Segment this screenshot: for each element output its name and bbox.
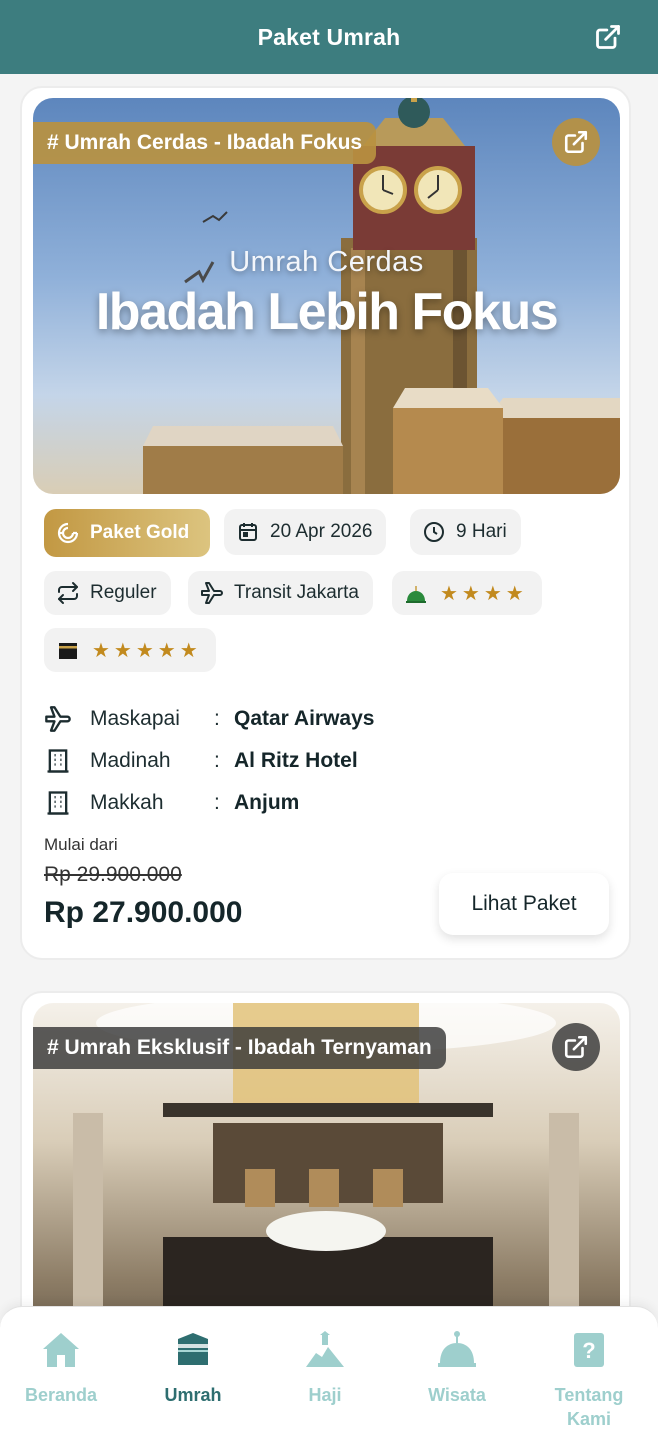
- makkah-label: Makkah: [90, 791, 164, 814]
- makkah-rating-chip: ★★★★★: [44, 628, 216, 672]
- package-card[interactable]: # Umrah Cerdas - Ibadah Fokus Umrah Cerd…: [20, 86, 631, 960]
- plane-icon: [201, 582, 223, 604]
- nav-label: Umrah: [164, 1385, 222, 1405]
- colon: :: [214, 707, 220, 730]
- type-label: Reguler: [90, 582, 157, 603]
- nav-item-beranda[interactable]: Beranda: [1, 1329, 121, 1407]
- nav-item-wisata[interactable]: Wisata: [397, 1329, 517, 1407]
- svg-text:?: ?: [582, 1338, 595, 1363]
- tier-badge: Paket Gold: [44, 509, 210, 557]
- help-book-icon: ?: [574, 1333, 604, 1367]
- page-title: Paket Umrah: [257, 23, 401, 50]
- colon: :: [214, 791, 220, 814]
- home-icon: [43, 1333, 79, 1367]
- mountain-icon: [306, 1331, 344, 1367]
- duration-value: 9 Hari: [456, 521, 507, 542]
- nav-label: Wisata: [428, 1385, 486, 1405]
- external-link-icon: [564, 1035, 588, 1059]
- nav-item-haji[interactable]: Haji: [265, 1329, 385, 1407]
- airline-row: Maskapai : Qatar Airways: [44, 704, 374, 734]
- tier-label: Paket Gold: [90, 522, 190, 543]
- type-chip: Reguler: [44, 571, 171, 615]
- building-icon: [47, 749, 69, 773]
- nav-label: Haji: [308, 1385, 342, 1405]
- banner-subtitle: Umrah Cerdas: [229, 246, 424, 278]
- package-tag: # Umrah Cerdas - Ibadah Fokus: [33, 122, 377, 164]
- colon: :: [214, 749, 220, 772]
- transit-chip: Transit Jakarta: [188, 571, 373, 615]
- badge-icon: [57, 522, 79, 544]
- green-dome-icon: [406, 586, 426, 603]
- nav-label: Beranda: [24, 1385, 98, 1405]
- date-chip: 20 Apr 2026: [224, 509, 387, 555]
- madinah-hotel-row: Madinah : Al Ritz Hotel: [44, 746, 358, 776]
- makkah-hotel-value: Anjum: [234, 791, 300, 814]
- package-tag: # Umrah Eksklusif - Ibadah Ternyaman: [33, 1027, 446, 1069]
- app-header: Paket Umrah: [0, 0, 658, 74]
- share-button[interactable]: [552, 1023, 600, 1071]
- nav-item-umrah[interactable]: Umrah: [133, 1329, 253, 1407]
- kaaba-icon: [178, 1333, 208, 1365]
- package-card[interactable]: # Umrah Eksklusif - Ibadah Ternyaman: [20, 991, 631, 1399]
- departure-date: 20 Apr 2026: [270, 521, 373, 542]
- mosque-dome-icon: [438, 1331, 476, 1367]
- airline-value: Qatar Airways: [234, 707, 375, 730]
- kaaba-icon: [59, 643, 77, 659]
- bottom-navigation: Beranda Umrah Haji Wisata ? Tentang Kami: [0, 1306, 658, 1440]
- clock-icon: [424, 522, 444, 542]
- share-button[interactable]: [552, 118, 600, 166]
- duration-chip: 9 Hari: [410, 509, 521, 555]
- repeat-icon: [58, 582, 78, 604]
- package-banner[interactable]: # Umrah Cerdas - Ibadah Fokus Umrah Cerd…: [33, 98, 620, 494]
- banner-headline: Ibadah Lebih Fokus: [95, 283, 559, 341]
- madinah-rating-chip: ★★★★: [392, 571, 542, 615]
- nav-label: Tentang Kami: [554, 1385, 624, 1429]
- building-icon: [47, 791, 69, 815]
- original-price: Rp 29.900.000: [44, 863, 182, 886]
- view-package-button[interactable]: Lihat Paket: [439, 873, 609, 935]
- madinah-stars: ★★★★: [440, 582, 528, 605]
- nav-item-tentang-kami[interactable]: ? Tentang Kami: [529, 1329, 649, 1431]
- package-list[interactable]: # Umrah Cerdas - Ibadah Fokus Umrah Cerd…: [0, 74, 658, 1440]
- external-link-icon: [564, 130, 588, 154]
- discounted-price: Rp 27.900.000: [44, 896, 243, 929]
- makkah-hotel-row: Makkah : Anjum: [44, 788, 299, 818]
- price-from-label: Mulai dari: [44, 835, 118, 854]
- calendar-icon: [239, 523, 257, 541]
- external-link-icon[interactable]: [594, 23, 622, 51]
- airline-label: Maskapai: [90, 707, 180, 730]
- transit-label: Transit Jakarta: [234, 582, 359, 603]
- madinah-hotel-value: Al Ritz Hotel: [234, 749, 358, 772]
- madinah-label: Madinah: [90, 749, 171, 772]
- plane-icon: [45, 706, 71, 732]
- makkah-stars: ★★★★★: [92, 639, 202, 662]
